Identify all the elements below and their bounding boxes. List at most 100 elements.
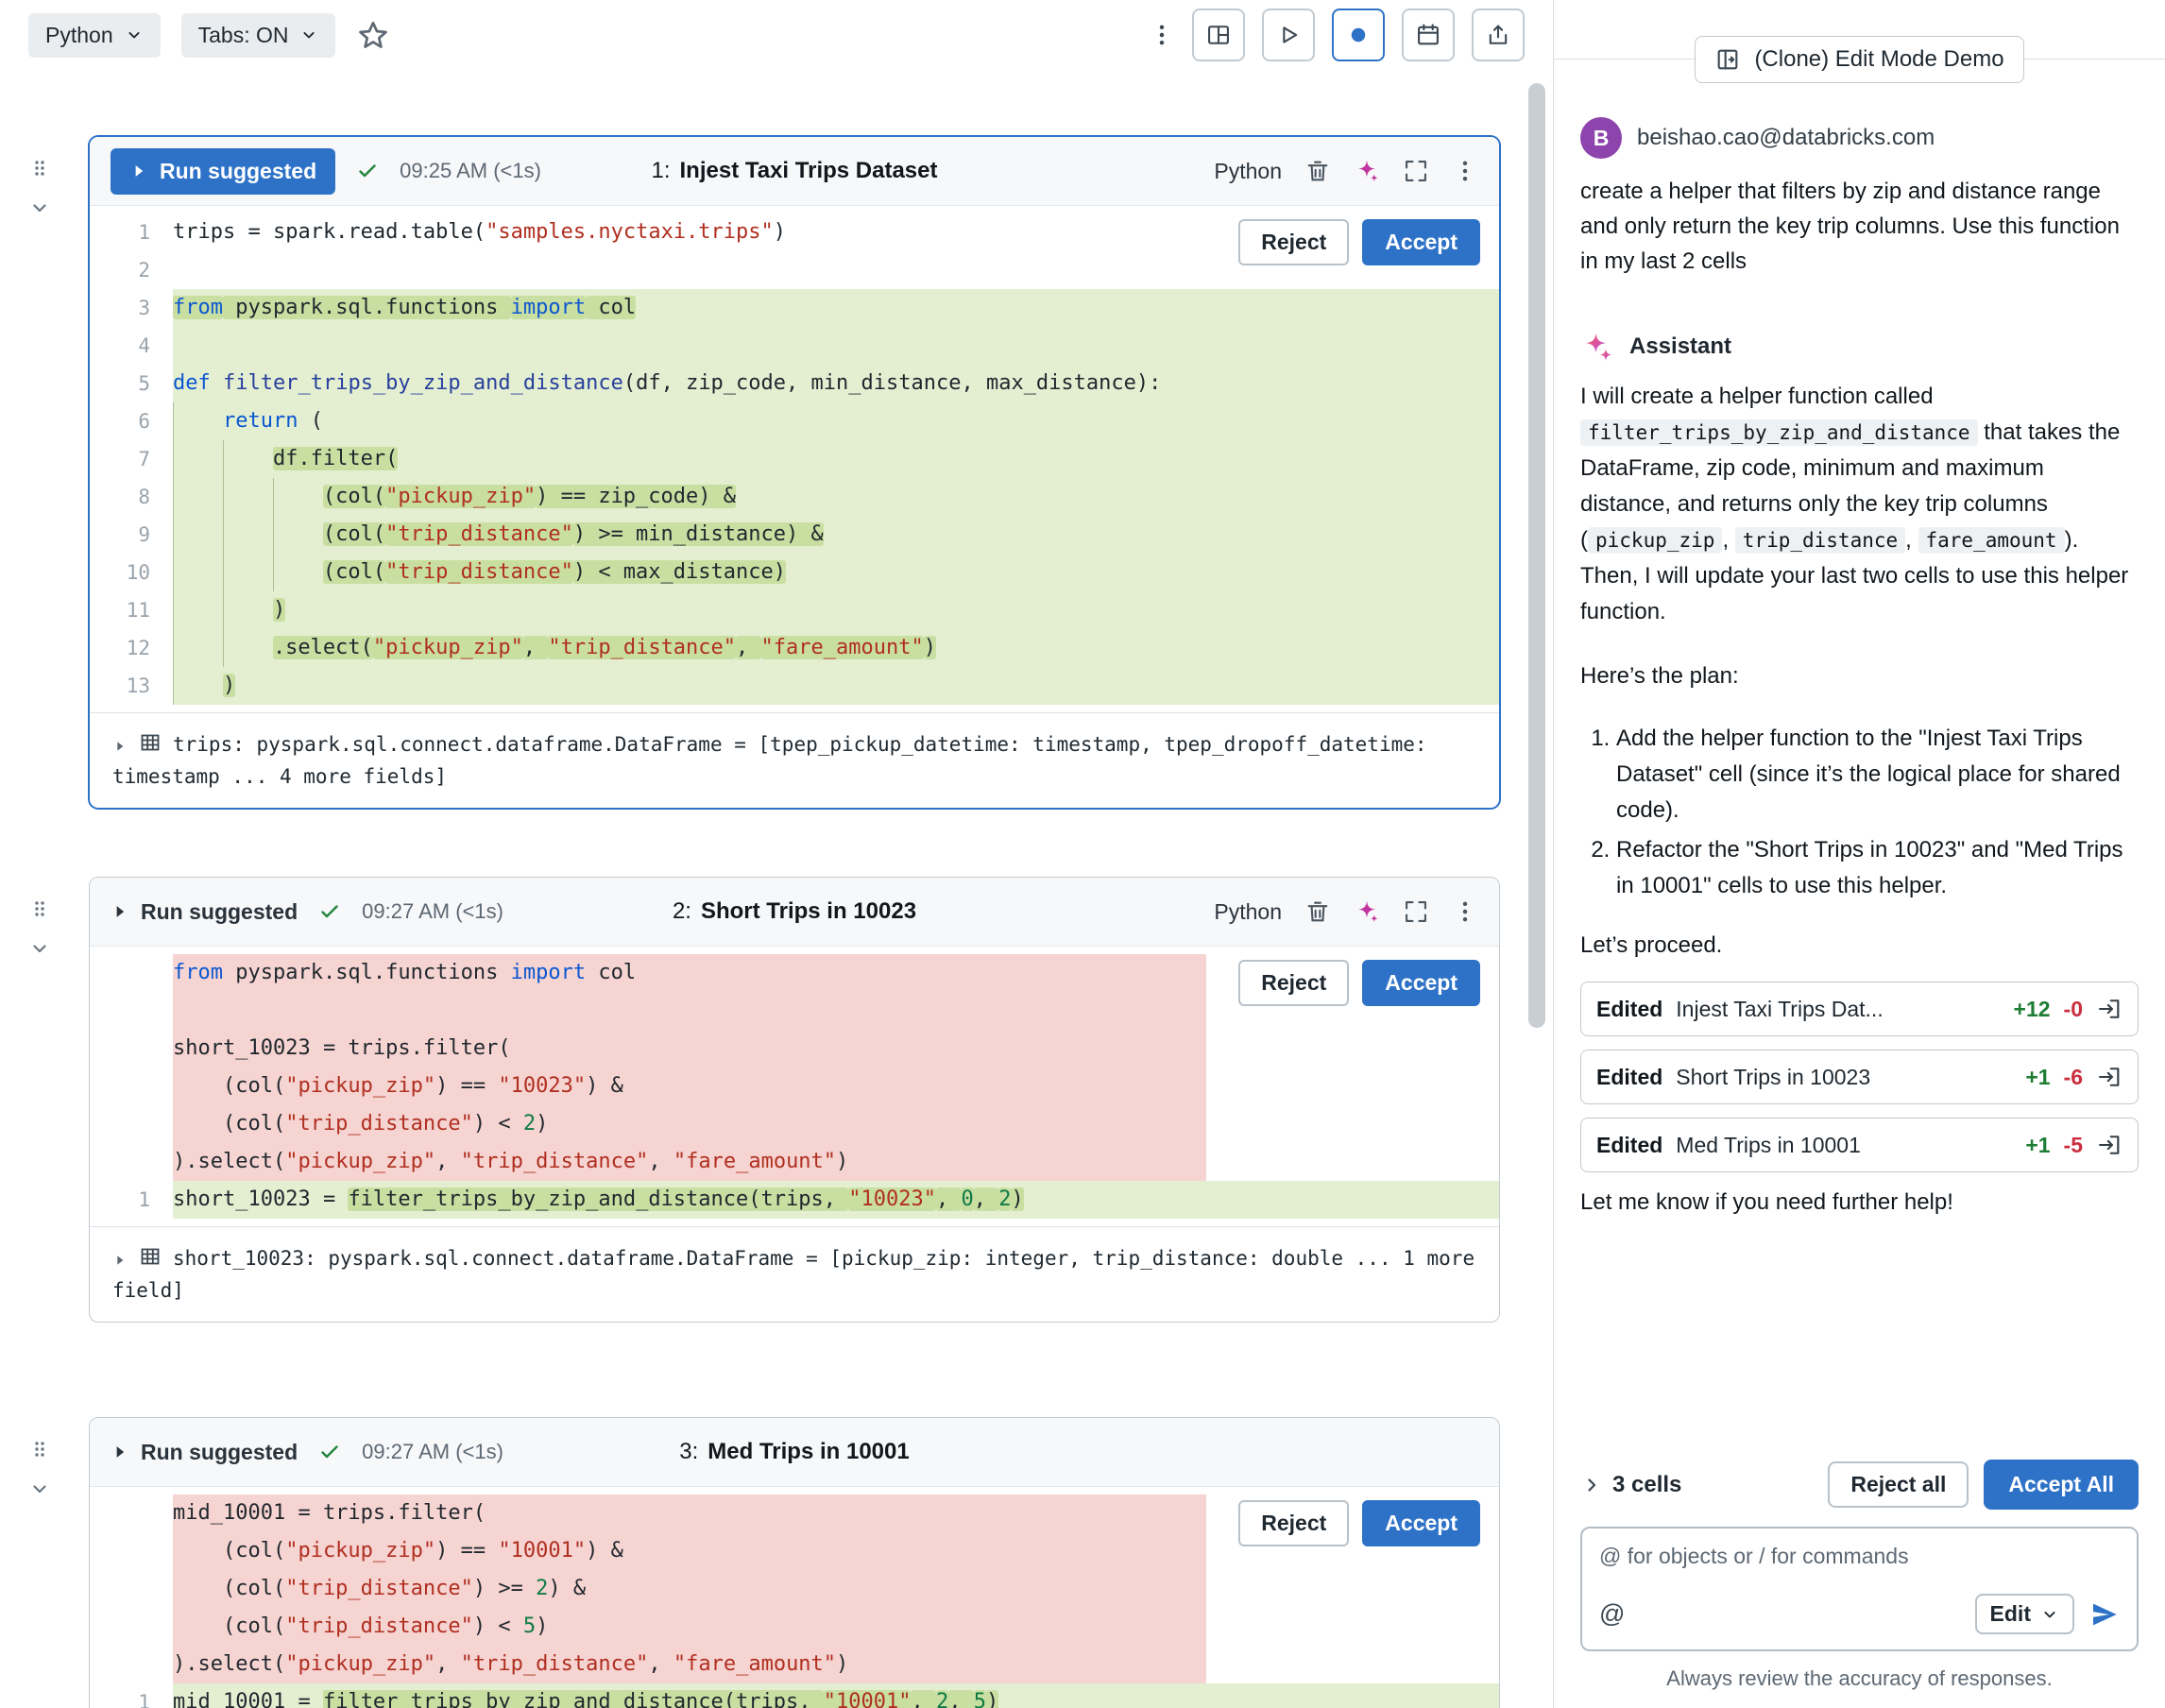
- diff-actions: Reject Accept: [1238, 960, 1480, 1006]
- edited-cell-chip[interactable]: EditedShort Trips in 10023+1-6: [1580, 1050, 2139, 1104]
- collapse-cell[interactable]: [28, 1477, 51, 1500]
- panel-spacer: [1580, 1216, 2139, 1460]
- play-button[interactable]: [1262, 9, 1315, 61]
- cell-number: 1:: [651, 158, 670, 183]
- favorite-star-icon[interactable]: [356, 18, 390, 52]
- line-content: (col("trip_distance") < 5): [173, 1608, 1206, 1646]
- expand-cell-icon[interactable]: [1403, 898, 1429, 925]
- edited-cell-chip[interactable]: EditedInjest Taxi Trips Dat...+12-0: [1580, 982, 2139, 1036]
- go-to-cell-icon[interactable]: [2096, 1064, 2122, 1090]
- cell-language-label: Python: [1214, 159, 1282, 184]
- line-number: 8: [90, 478, 173, 516]
- run-suggested-button[interactable]: Run suggested: [111, 1440, 298, 1465]
- run-icon: [111, 1443, 129, 1461]
- cell-code-editor[interactable]: RejectAccept1trips = spark.read.table("s…: [90, 205, 1499, 712]
- cell-output: short_10023: pyspark.sql.connect.datafra…: [90, 1226, 1499, 1322]
- schedule-button[interactable]: [1402, 9, 1455, 61]
- indent-guide: [173, 1608, 223, 1646]
- tabs-toggle[interactable]: Tabs: ON: [181, 13, 336, 58]
- line-number: [90, 1532, 173, 1570]
- added-lines-count: +1: [2025, 1133, 2050, 1158]
- cells-summary-toggle[interactable]: 3 cells: [1580, 1472, 1681, 1498]
- run-suggested-button[interactable]: Run suggested: [111, 148, 335, 195]
- assistant-sparkle-icon[interactable]: [1354, 158, 1380, 184]
- line-number: 2: [90, 251, 173, 289]
- mention-button[interactable]: @: [1599, 1599, 1625, 1629]
- send-icon[interactable]: [2089, 1599, 2120, 1630]
- indent-guide: [273, 554, 323, 591]
- notebook-context-pill[interactable]: (Clone) Edit Mode Demo: [1695, 36, 2023, 83]
- go-to-cell-icon[interactable]: [2096, 996, 2122, 1022]
- accept-button[interactable]: Accept: [1362, 960, 1480, 1006]
- line-number: 5: [90, 365, 173, 402]
- accept-button[interactable]: Accept: [1362, 219, 1480, 265]
- line-content: ): [173, 667, 1499, 705]
- reject-button[interactable]: Reject: [1238, 960, 1349, 1006]
- code-line: 8(col("pickup_zip") == zip_code) &: [90, 478, 1499, 516]
- output-expand-icon[interactable]: [112, 739, 128, 754]
- delete-cell-icon[interactable]: [1304, 158, 1331, 184]
- code-line: 1short_10023 = filter_trips_by_zip_and_d…: [90, 1181, 1499, 1219]
- output-text: short_10023: pyspark.sql.connect.datafra…: [112, 1247, 1475, 1302]
- record-button[interactable]: [1332, 9, 1385, 61]
- notebook-toolbar: Python Tabs: ON: [0, 0, 1553, 70]
- share-icon: [1485, 22, 1511, 48]
- drag-handle[interactable]: [28, 157, 51, 179]
- output-expand-icon[interactable]: [112, 1253, 128, 1268]
- line-content: (col("trip_distance") < 2): [173, 1105, 1206, 1143]
- user-avatar: B: [1580, 117, 1622, 159]
- go-to-cell-icon[interactable]: [2096, 1132, 2122, 1158]
- cell-row: Run suggested09:25 AM (<1s)1:Injest Taxi…: [0, 136, 1553, 809]
- intro-text-segment: ,: [1905, 527, 1918, 553]
- run-suggested-button[interactable]: Run suggested: [111, 899, 298, 925]
- line-number: 3: [90, 289, 173, 327]
- assistant-input-box[interactable]: @ for objects or / for commands @ Edit: [1580, 1527, 2139, 1651]
- edited-label: Edited: [1596, 997, 1662, 1022]
- collapse-cell[interactable]: [28, 937, 51, 960]
- drag-handle[interactable]: [28, 1438, 51, 1460]
- user-email: beishao.cao@databricks.com: [1637, 125, 1935, 151]
- run-suggested-label: Run suggested: [160, 159, 316, 184]
- cell-number: 3:: [679, 1439, 698, 1464]
- plan-item: Refactor the "Short Trips in 10023" and …: [1616, 832, 2139, 904]
- reject-all-button[interactable]: Reject all: [1828, 1461, 1969, 1508]
- cell-menu-icon[interactable]: [1452, 158, 1478, 184]
- cell-menu-icon[interactable]: [1452, 898, 1478, 925]
- edited-cell-chip[interactable]: EditedMed Trips in 10001+1-5: [1580, 1118, 2139, 1172]
- notebook-panel-icon: [1714, 46, 1741, 73]
- line-number: [90, 992, 173, 1030]
- line-content: [173, 992, 1206, 1030]
- vertical-scrollbar[interactable]: [1528, 83, 1545, 1028]
- reject-button[interactable]: Reject: [1238, 219, 1349, 265]
- line-number: [90, 1030, 173, 1068]
- line-number: 1: [90, 1181, 173, 1219]
- layout-button[interactable]: [1192, 9, 1245, 61]
- expand-cell-icon[interactable]: [1403, 158, 1429, 184]
- indent-guide: [223, 554, 273, 591]
- language-selector[interactable]: Python: [28, 13, 161, 58]
- inline-code: pickup_zip: [1588, 527, 1722, 554]
- accept-all-button[interactable]: Accept All: [1984, 1460, 2139, 1510]
- cell-code-editor[interactable]: RejectAcceptmid_10001 = trips.filter((co…: [90, 1486, 1499, 1708]
- drag-handle[interactable]: [28, 897, 51, 920]
- accept-button[interactable]: Accept: [1362, 1500, 1480, 1546]
- reject-button[interactable]: Reject: [1238, 1500, 1349, 1546]
- line-number: 10: [90, 554, 173, 591]
- output-text: trips: pyspark.sql.connect.dataframe.Dat…: [112, 733, 1427, 788]
- removed-lines-count: -5: [2064, 1133, 2083, 1158]
- cell-number: 2:: [673, 898, 691, 924]
- collapse-cell[interactable]: [28, 196, 51, 219]
- line-content: mid_10001 = filter_trips_by_zip_and_dist…: [173, 1683, 1499, 1708]
- delete-cell-icon[interactable]: [1304, 898, 1331, 925]
- mode-selector[interactable]: Edit: [1975, 1594, 2074, 1634]
- line-content: df.filter(: [173, 440, 1499, 478]
- kebab-icon[interactable]: [1149, 22, 1175, 48]
- app-window: Python Tabs: ON Run suggested09:25 AM (<…: [0, 0, 2165, 1708]
- line-number: 1: [90, 1683, 173, 1708]
- code-line: (col("trip_distance") < 2): [90, 1105, 1499, 1143]
- assistant-outro-text: Let me know if you need further help!: [1580, 1189, 2139, 1216]
- share-button[interactable]: [1472, 9, 1525, 61]
- assistant-sparkle-icon[interactable]: [1354, 898, 1380, 925]
- code-line: 7df.filter(: [90, 440, 1499, 478]
- cell-code-editor[interactable]: RejectAcceptfrom pyspark.sql.functions i…: [90, 946, 1499, 1226]
